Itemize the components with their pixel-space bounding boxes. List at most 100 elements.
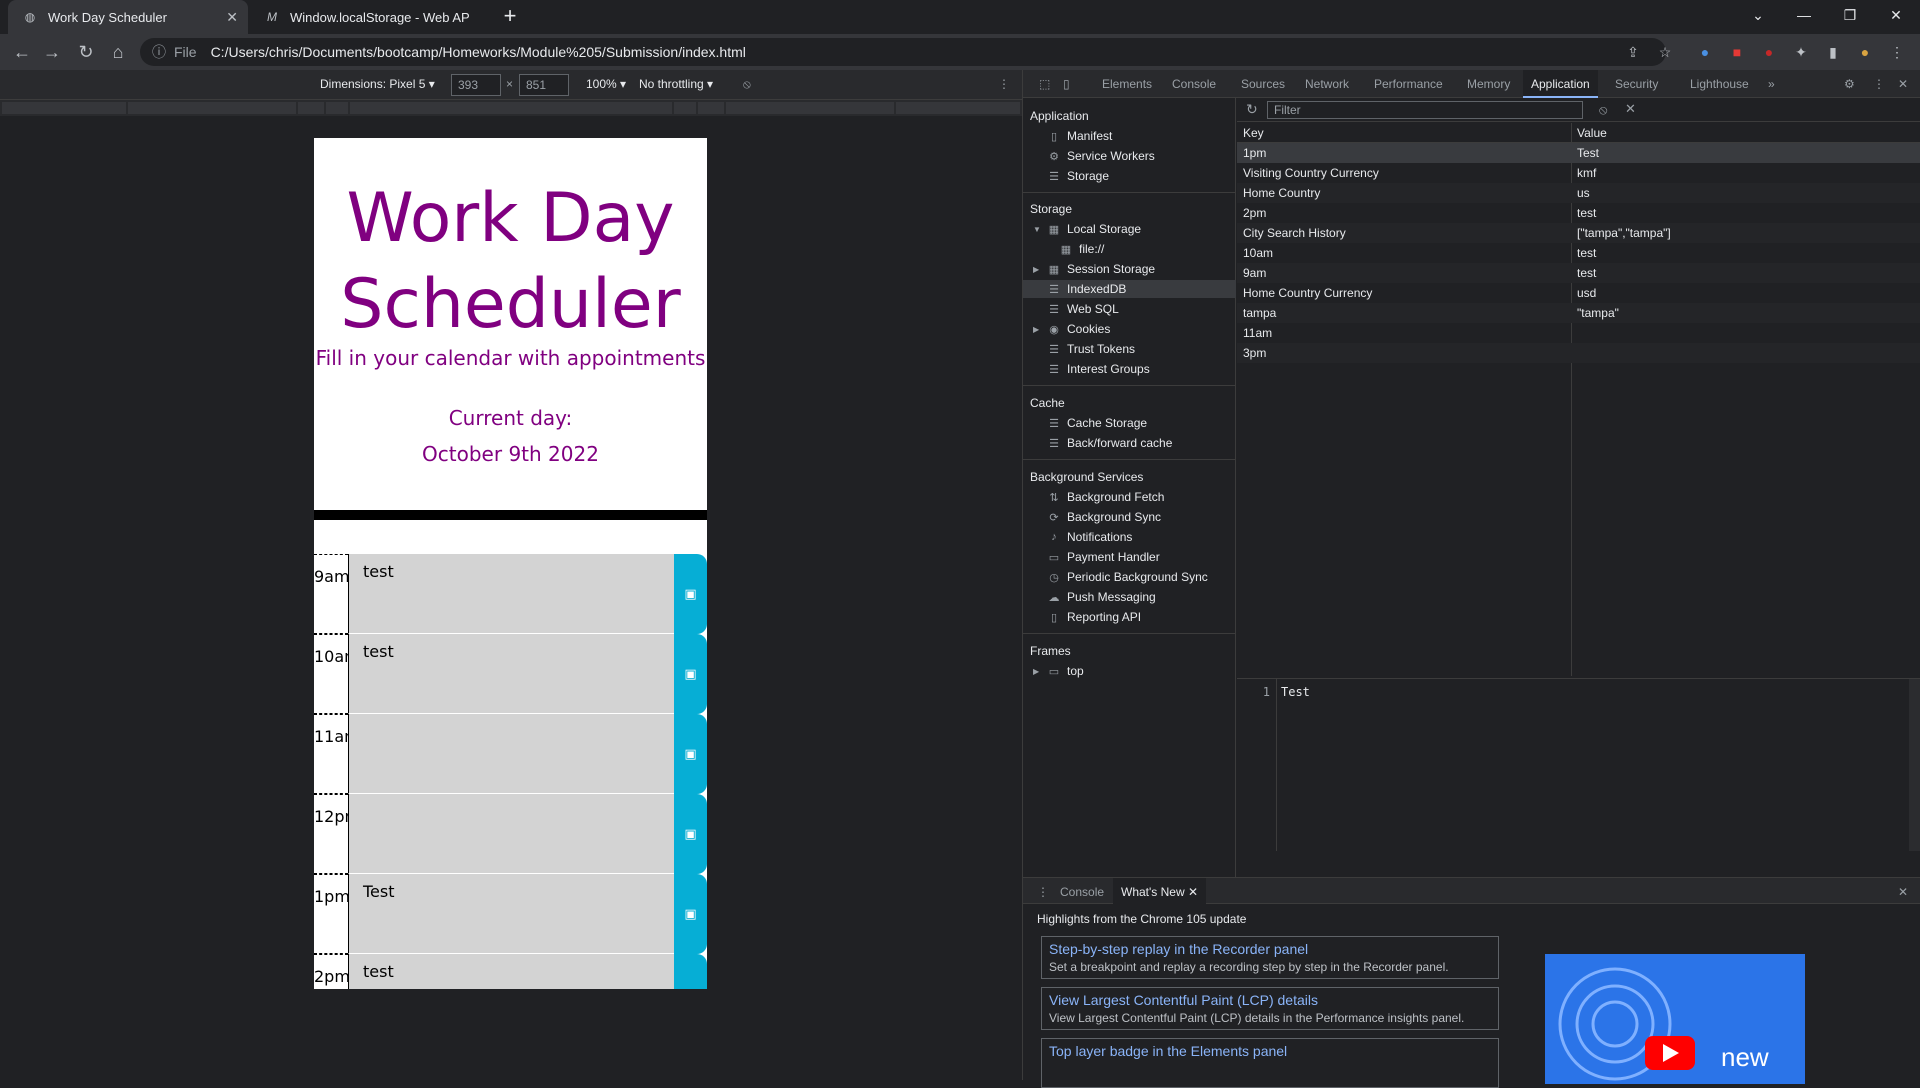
description-textarea[interactable]: test [348, 554, 675, 634]
url-text[interactable]: C:/Users/chris/Documents/bootcamp/Homewo… [211, 44, 746, 60]
tab-performance[interactable]: Performance [1366, 70, 1451, 98]
devtools-menu-icon[interactable]: ⋮ [1865, 70, 1893, 98]
forward-icon[interactable]: → [40, 40, 64, 64]
sidebar-item-file-origin[interactable]: ▦ file:// [1059, 242, 1105, 256]
key-cell[interactable]: 11am [1243, 323, 1573, 343]
sidebar-item-notifications[interactable]: ♪ Notifications [1047, 530, 1132, 544]
key-cell[interactable]: Visiting Country Currency [1243, 163, 1573, 183]
save-button[interactable]: ▣ [674, 954, 707, 989]
tab-console[interactable]: Console [1164, 70, 1224, 98]
sidebar-item-payment-handler[interactable]: ▭ Payment Handler [1047, 550, 1160, 564]
delete-selected-icon[interactable]: ✕ [1625, 101, 1636, 117]
card-title-link[interactable]: Top layer badge in the Elements panel [1049, 1043, 1491, 1059]
table-row[interactable]: 3pm [1237, 343, 1920, 363]
share-icon[interactable]: ⇪ [1624, 43, 1642, 61]
sidebar-item-interest-groups[interactable]: ☰ Interest Groups [1047, 362, 1150, 376]
reload-icon[interactable]: ↻ [74, 40, 98, 64]
sidebar-item-storage[interactable]: ☰ Storage [1047, 169, 1109, 183]
key-cell[interactable]: City Search History [1243, 223, 1573, 243]
device-toggle-icon[interactable]: ▯ [1055, 70, 1078, 98]
avatar[interactable]: ● [1856, 43, 1874, 61]
value-cell[interactable]: test [1577, 203, 1596, 223]
restore-button[interactable]: ❐ [1828, 0, 1872, 30]
key-column-header[interactable]: Key [1243, 123, 1573, 143]
key-cell[interactable]: Home Country [1243, 183, 1573, 203]
description-textarea[interactable]: test [348, 954, 675, 989]
close-window-button[interactable]: ✕ [1874, 0, 1918, 30]
key-cell[interactable]: 3pm [1243, 343, 1573, 363]
key-cell[interactable]: 2pm [1243, 203, 1573, 223]
table-row[interactable]: 9am test [1237, 263, 1920, 283]
sidebar-item-periodic-background-sync[interactable]: ◷ Periodic Background Sync [1047, 570, 1208, 584]
more-tabs-icon[interactable]: » [1760, 70, 1783, 98]
tab-network[interactable]: Network [1297, 70, 1357, 98]
value-cell[interactable]: test [1577, 263, 1596, 283]
key-cell[interactable]: Home Country Currency [1243, 283, 1573, 303]
tab-search-icon[interactable]: ⌄ [1736, 0, 1780, 30]
close-devtools-icon[interactable]: ✕ [1890, 70, 1916, 98]
puzzle-extensions-icon[interactable]: ✦ [1792, 43, 1810, 61]
sidebar-item-back-forward-cache[interactable]: ☰ Back/forward cache [1047, 436, 1172, 450]
description-textarea[interactable] [348, 714, 675, 794]
table-row[interactable]: 10am test [1237, 243, 1920, 263]
refresh-icon[interactable]: ↻ [1246, 101, 1258, 118]
card-title-link[interactable]: Step-by-step replay in the Recorder pane… [1049, 941, 1491, 957]
side-panel-icon[interactable]: ▮ [1824, 43, 1842, 61]
save-button[interactable]: ▣ [674, 554, 707, 634]
clear-all-icon[interactable]: ⦸ [1599, 102, 1607, 118]
sidebar-item-trust-tokens[interactable]: ☰ Trust Tokens [1047, 342, 1135, 356]
width-input[interactable] [451, 74, 501, 96]
address-bar[interactable]: ⓘ File C:/Users/chris/Documents/bootcamp… [140, 38, 1666, 66]
sidebar-item-background-fetch[interactable]: ⇅ Background Fetch [1047, 490, 1164, 504]
key-cell[interactable]: 1pm [1243, 143, 1573, 163]
bookmark-star-icon[interactable]: ☆ [1656, 43, 1674, 61]
drawer-tab-whats-new[interactable]: What's New ✕ [1113, 878, 1207, 906]
table-row[interactable]: 1pm Test [1237, 143, 1920, 163]
sidebar-item-session-storage[interactable]: ▶ ▦ Session Storage [1033, 262, 1155, 276]
table-row[interactable]: Home Country Currency usd [1237, 283, 1920, 303]
value-cell[interactable]: kmf [1577, 163, 1596, 183]
value-cell[interactable]: Test [1577, 143, 1599, 163]
card-title-link[interactable]: View Largest Contentful Paint (LCP) deta… [1049, 992, 1491, 1008]
whats-new-card[interactable]: View Largest Contentful Paint (LCP) deta… [1041, 987, 1499, 1030]
value-cell[interactable]: ["tampa","tampa"] [1577, 223, 1671, 243]
key-cell[interactable]: 9am [1243, 263, 1573, 283]
rotate-icon[interactable]: ⦸ [743, 77, 751, 92]
tab-application[interactable]: Application [1523, 70, 1598, 98]
filter-input[interactable]: Filter [1267, 101, 1583, 119]
sidebar-item-cache-storage[interactable]: ☰ Cache Storage [1047, 416, 1147, 430]
close-drawer-icon[interactable]: ✕ [1890, 878, 1916, 906]
minimize-button[interactable]: — [1782, 0, 1826, 30]
dimensions-select[interactable]: Dimensions: Pixel 5 ▾ [320, 77, 435, 91]
key-cell[interactable]: 10am [1243, 243, 1573, 263]
description-textarea[interactable] [348, 794, 675, 874]
save-button[interactable]: ▣ [674, 634, 707, 714]
save-button[interactable]: ▣ [674, 794, 707, 874]
collapsed-arrow-icon[interactable]: ▶ [1033, 265, 1039, 274]
table-row[interactable]: Home Country us [1237, 183, 1920, 203]
expanded-arrow-icon[interactable]: ▼ [1033, 225, 1041, 234]
sidebar-item-reporting-api[interactable]: ▯ Reporting API [1047, 610, 1141, 624]
close-tab-icon[interactable]: ✕ [1188, 885, 1198, 899]
tab-security[interactable]: Security [1607, 70, 1666, 98]
collapsed-arrow-icon[interactable]: ▶ [1033, 667, 1039, 676]
extension-icon[interactable]: ■ [1728, 43, 1746, 61]
tab-memory[interactable]: Memory [1459, 70, 1518, 98]
value-cell[interactable]: us [1577, 183, 1590, 203]
collapsed-arrow-icon[interactable]: ▶ [1033, 325, 1039, 334]
table-row[interactable]: Visiting Country Currency kmf [1237, 163, 1920, 183]
table-row[interactable]: City Search History ["tampa","tampa"] [1237, 223, 1920, 243]
height-input[interactable] [519, 74, 569, 96]
new-tab-button[interactable]: + [498, 5, 522, 29]
table-row[interactable]: tampa "tampa" [1237, 303, 1920, 323]
table-row[interactable]: 11am [1237, 323, 1920, 343]
sidebar-item-manifest[interactable]: ▯ Manifest [1047, 129, 1112, 143]
tab-elements[interactable]: Elements [1094, 70, 1160, 98]
more-options-icon[interactable]: ⋮ [998, 77, 1010, 91]
sidebar-item-background-sync[interactable]: ⟳ Background Sync [1047, 510, 1161, 524]
close-tab-icon[interactable]: ✕ [226, 9, 238, 26]
drawer-tab-console[interactable]: Console [1052, 878, 1112, 906]
key-cell[interactable]: tampa [1243, 303, 1573, 323]
throttling-select[interactable]: No throttling ▾ [639, 77, 713, 91]
value-column-header[interactable]: Value [1577, 123, 1607, 143]
